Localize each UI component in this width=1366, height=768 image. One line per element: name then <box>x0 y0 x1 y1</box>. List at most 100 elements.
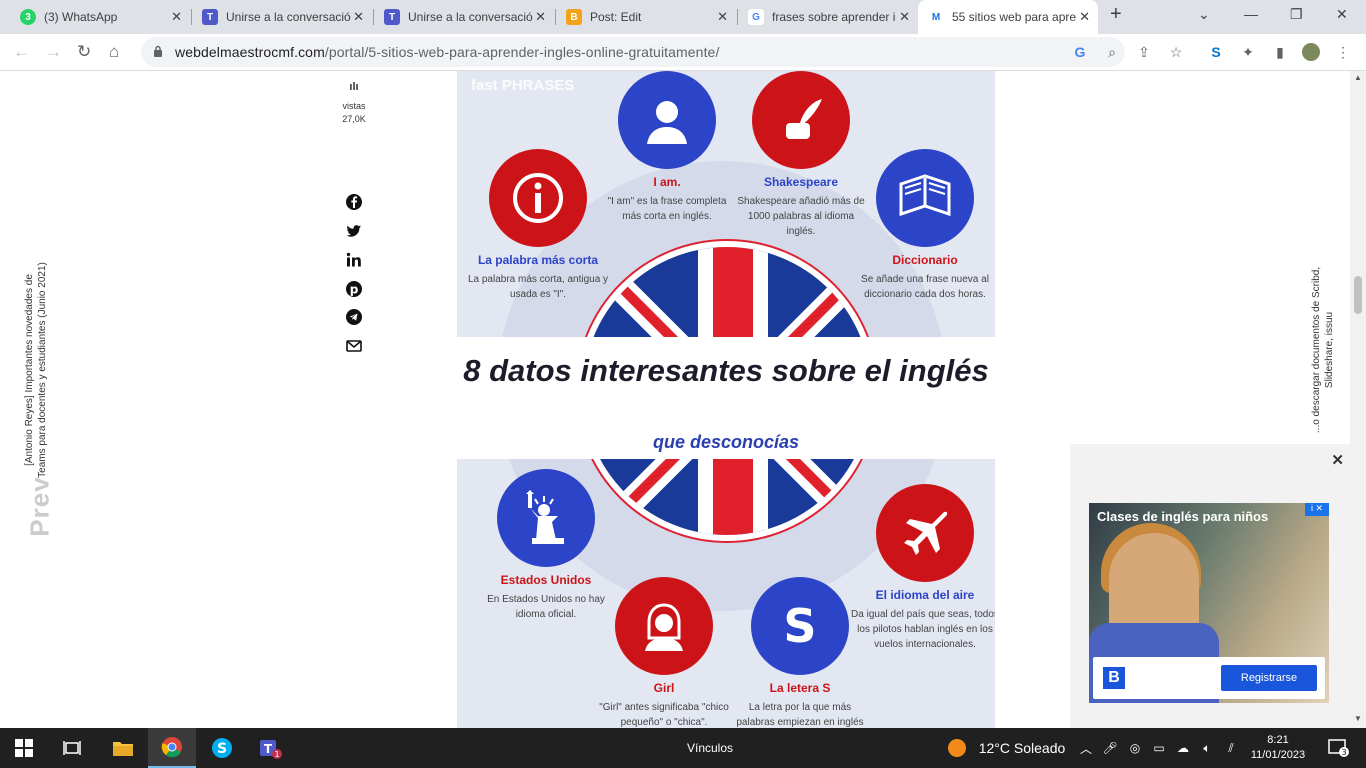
pinterest-share-icon[interactable]: p <box>345 280 363 298</box>
close-tab-icon[interactable]: ✕ <box>717 9 728 25</box>
menu-icon[interactable]: ⋮ <box>1334 43 1352 61</box>
close-tab-icon[interactable]: ✕ <box>535 9 546 25</box>
url-text[interactable]: webdelmaestrocmf.com/portal/5-sitios-web… <box>175 44 719 60</box>
microphone-icon[interactable]: 🎤︎ <box>1100 728 1120 768</box>
linkedin-share-icon[interactable] <box>345 251 363 269</box>
home-icon[interactable]: ⌂ <box>109 42 119 62</box>
close-tab-icon[interactable]: ✕ <box>353 9 364 25</box>
infographic-image: fast PHRASES I am. "I am" es la frase co… <box>457 71 995 728</box>
show-hidden-icons[interactable]: ︿ <box>1076 728 1096 768</box>
svg-text:S: S <box>217 741 227 757</box>
fact-shakespeare: Shakespeare Shakespeare añadió más de 10… <box>733 71 869 239</box>
fact-title: Shakespeare <box>763 175 839 189</box>
tab-title: 55 sitios web para apre <box>952 10 1077 24</box>
tab-blogger[interactable]: B Post: Edit ✕ <box>556 0 736 34</box>
teams-icon: T <box>202 9 218 25</box>
weather-sun-icon[interactable] <box>946 728 968 768</box>
meet-now-icon[interactable]: ◎ <box>1124 728 1146 768</box>
fact-title: La letera S <box>769 681 831 695</box>
chrome-taskbar-icon[interactable] <box>148 728 196 768</box>
close-ad-icon[interactable]: ✕ <box>1331 451 1344 469</box>
views-count: 27,0K <box>342 114 366 124</box>
teams-taskbar-icon[interactable]: T1 <box>252 728 288 768</box>
tab-title: (3) WhatsApp <box>44 10 118 24</box>
back-icon[interactable]: ← <box>13 42 30 62</box>
register-button[interactable]: Registrarse <box>1221 665 1317 691</box>
fact-description: Se añade una frase nueva al diccionario … <box>861 274 989 300</box>
close-tab-icon[interactable]: ✕ <box>1079 9 1090 25</box>
email-share-icon[interactable] <box>345 337 363 355</box>
next-post-link[interactable]: ...o descargar documentos de Scribd, Sli… <box>1298 257 1338 447</box>
tab-teams-1[interactable]: T Unirse a la conversació ✕ <box>192 0 372 34</box>
clock-date: 11/01/2023 <box>1250 749 1306 761</box>
minimize-icon[interactable]: — <box>1244 6 1258 22</box>
page-scrollbar[interactable]: ▲ ▼ <box>1350 71 1366 728</box>
next-post-title[interactable]: ...o descargar documentos de Scribd, Sli… <box>1310 255 1336 445</box>
statue-of-liberty-icon <box>497 469 595 567</box>
windows-start-icon[interactable] <box>12 728 36 768</box>
fact-title: I am. <box>653 175 681 189</box>
tab-teams-2[interactable]: T Unirse a la conversació ✕ <box>374 0 554 34</box>
zoom-icon[interactable]: ⌕ <box>1103 43 1121 61</box>
site-icon: M <box>928 9 944 25</box>
previous-post-link[interactable]: [Antonio Reyes] Importantes novedades de… <box>14 257 54 480</box>
skype-taskbar-icon[interactable]: S <box>204 728 240 768</box>
web-page: ılı vistas 27,0K p [Antonio Reyes] Impor… <box>0 71 1366 728</box>
svg-text:1: 1 <box>274 750 279 759</box>
google-lens-icon[interactable]: G <box>1071 43 1089 61</box>
task-view-icon[interactable] <box>58 728 86 768</box>
close-tab-icon[interactable]: ✕ <box>171 9 182 25</box>
battery-icon[interactable]: ▭ <box>1148 728 1170 768</box>
notifications-icon[interactable]: 3 <box>1320 728 1356 768</box>
weather-text[interactable]: 12°C Soleado <box>972 728 1072 768</box>
share-icon[interactable]: ⇪ <box>1135 43 1153 61</box>
bookmark-star-icon[interactable]: ☆ <box>1167 43 1185 61</box>
maximize-icon[interactable]: ❐ <box>1290 6 1303 23</box>
svg-text:3: 3 <box>1341 748 1346 757</box>
extensions-icon[interactable]: ✦ <box>1239 43 1257 61</box>
brand-logo: fast PHRASES <box>471 77 575 94</box>
address-bar[interactable]: webdelmaestrocmf.com/portal/5-sitios-web… <box>141 37 1125 67</box>
tab-whatsapp[interactable]: 3 (3) WhatsApp ✕ <box>10 0 190 34</box>
previous-post-title[interactable]: [Antonio Reyes] Importantes novedades de… <box>23 260 49 480</box>
facebook-share-icon[interactable] <box>345 193 363 211</box>
fact-title: El idioma del aire <box>875 588 975 602</box>
skype-extension-icon[interactable]: S <box>1207 43 1225 61</box>
adchoices-icon[interactable]: i ✕ <box>1305 503 1329 516</box>
ad-title[interactable]: Clases de inglés para niños <box>1097 509 1268 524</box>
svg-text:S: S <box>783 599 816 653</box>
url-domain: webdelmaestrocmf.com <box>175 44 325 60</box>
clock[interactable]: 8:21 11/01/2023 <box>1246 728 1310 768</box>
views-label: vistas <box>342 101 366 111</box>
reload-icon[interactable]: ↻ <box>77 42 91 62</box>
new-tab-icon[interactable]: + <box>1110 3 1122 26</box>
close-tab-icon[interactable]: ✕ <box>899 9 910 25</box>
volume-icon[interactable]: 🔈︎ <box>1196 728 1218 768</box>
fact-description: "Girl" antes significaba "chico pequeño"… <box>599 702 729 728</box>
tab-active[interactable]: M 55 sitios web para apre ✕ <box>918 0 1098 34</box>
fact-i-am: I am. "I am" es la frase completa más co… <box>602 71 732 224</box>
views-counter: ılı vistas 27,0K <box>334 81 374 126</box>
scrollbar-thumb[interactable] <box>1354 276 1362 314</box>
prev-label[interactable]: Prev <box>25 476 56 536</box>
tab-title: frases sobre aprender i <box>772 10 896 24</box>
infographic-title: 8 datos interesantes sobre el inglés <box>463 353 989 388</box>
network-icon[interactable]: ⫽ <box>1220 728 1242 768</box>
svg-text:p: p <box>350 283 359 297</box>
telegram-share-icon[interactable] <box>345 308 363 326</box>
onedrive-icon[interactable]: ☁ <box>1172 728 1194 768</box>
close-window-icon[interactable]: ✕ <box>1336 6 1348 23</box>
profile-avatar[interactable] <box>1302 43 1320 61</box>
side-panel-icon[interactable]: ▮ <box>1271 43 1289 61</box>
forward-icon[interactable]: → <box>45 42 62 62</box>
lock-icon[interactable] <box>153 45 163 57</box>
file-explorer-icon[interactable] <box>108 728 138 768</box>
twitter-share-icon[interactable] <box>345 222 363 240</box>
ad-card[interactable]: Clases de inglés para niños i ✕ B Regist… <box>1089 503 1329 703</box>
info-icon <box>489 149 587 247</box>
fact-description: Shakespeare añadió más de 1000 palabras … <box>737 196 865 237</box>
tab-search-icon[interactable]: ⌄ <box>1198 6 1210 23</box>
girl-icon <box>615 577 713 675</box>
links-toolbar[interactable]: Vínculos <box>680 728 740 768</box>
tab-google[interactable]: G frases sobre aprender i ✕ <box>738 0 918 34</box>
